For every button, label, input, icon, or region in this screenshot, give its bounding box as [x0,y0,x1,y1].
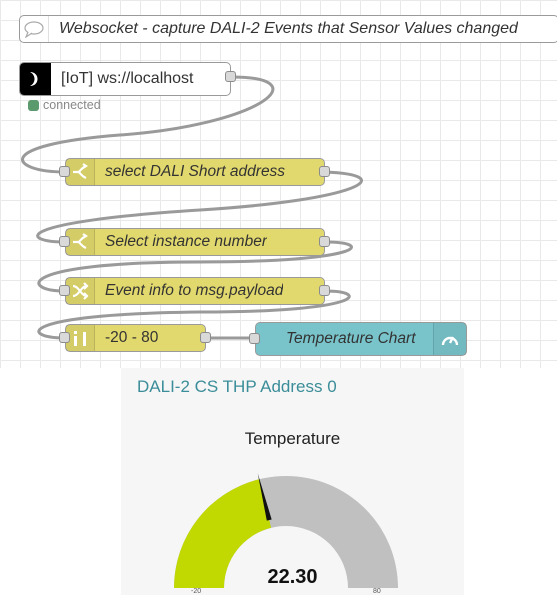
event-info-output-port[interactable] [319,285,330,296]
status-dot [28,99,39,111]
websocket-node-label: [IoT] ws://localhost [61,70,194,87]
websocket-status-text: connected [43,98,101,112]
gauge-min-label: -20 [191,588,202,595]
switch-node-instance[interactable]: Select instance number [65,228,325,256]
switch-node-short-address[interactable]: select DALI Short address [65,158,325,186]
comment-node-label: Websocket - capture DALI-2 Events that S… [59,20,518,37]
dashboard-group: DALI-2 CS THP Address 0 Temperature 22.3… [121,368,464,595]
instance-output-port[interactable] [319,236,330,247]
switch-node-instance-label: Select instance number [105,233,267,250]
short-address-output-port[interactable] [319,166,330,177]
gauge-max-label: 80 [373,588,381,595]
gauge-chart [174,473,398,588]
instance-input-port[interactable] [59,236,70,247]
switch-node-short-address-label: select DALI Short address [105,163,286,180]
gauge-icon [433,323,466,355]
gauge-node-label: Temperature Chart [286,330,416,347]
websocket-output-port[interactable] [225,71,236,82]
switch-icon [66,229,95,255]
change-icon [66,278,95,304]
gauge-input-port[interactable] [249,333,260,344]
change-node-event-info[interactable]: Event info to msg.payload [65,277,325,305]
change-node-event-info-label: Event info to msg.payload [105,282,284,299]
flow-canvas[interactable]: Websocket - capture DALI-2 Events that S… [0,0,557,368]
range-node[interactable]: -20 - 80 [65,324,206,352]
gauge-value: 22.30 [267,566,318,588]
switch-icon [66,159,95,185]
event-info-input-port[interactable] [59,285,70,296]
websocket-in-node[interactable]: [IoT] ws://localhost [19,62,231,96]
gauge-node[interactable]: Temperature Chart [255,322,467,356]
range-input-port[interactable] [59,332,70,343]
comment-bubble-icon [20,16,49,42]
range-output-port[interactable] [200,332,211,343]
websocket-status: connected [28,98,101,112]
short-address-input-port[interactable] [59,166,70,177]
comment-node[interactable]: Websocket - capture DALI-2 Events that S… [19,15,557,43]
range-node-label: -20 - 80 [105,329,159,346]
websocket-icon [20,63,51,95]
range-icon [66,325,95,351]
